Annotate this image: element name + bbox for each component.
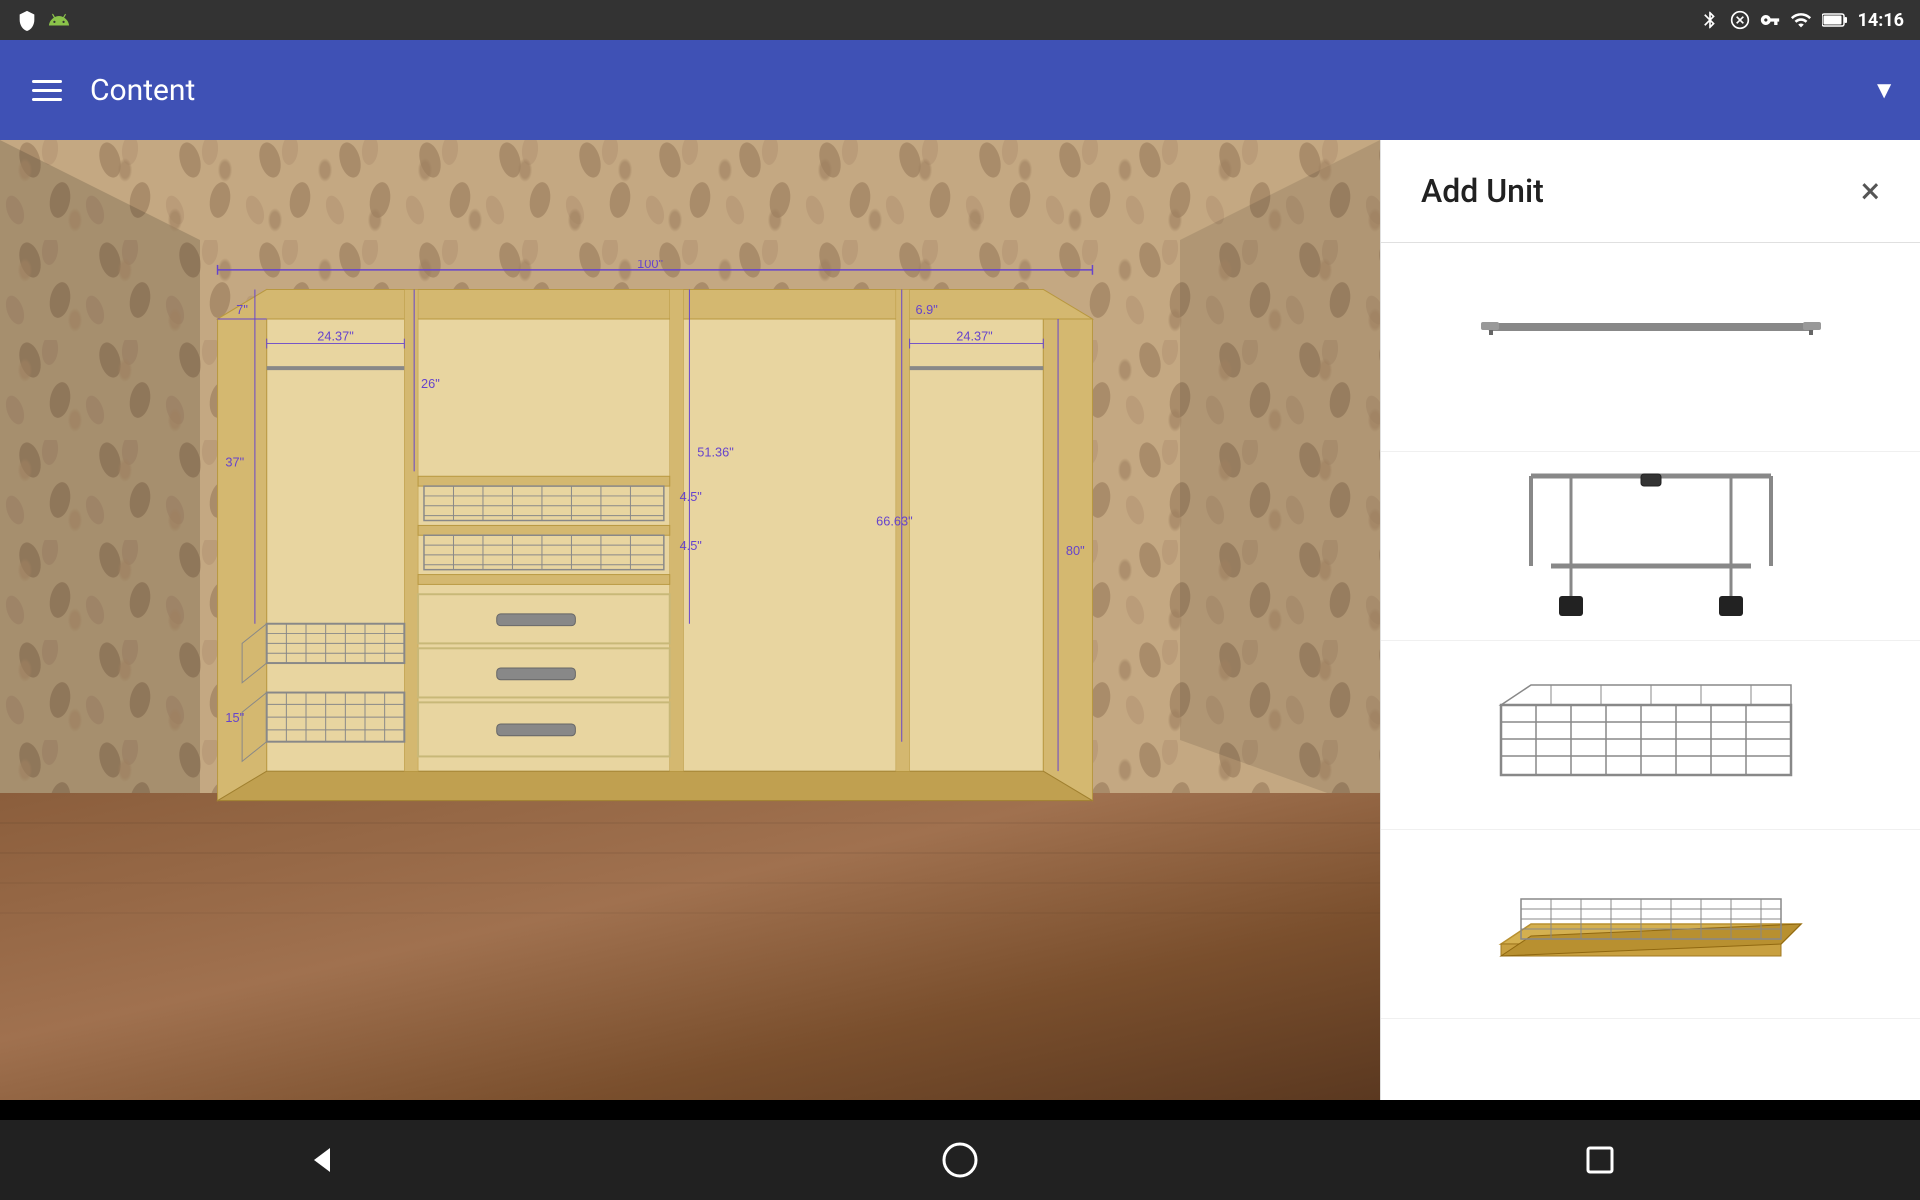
- recent-apps-button[interactable]: [1540, 1130, 1660, 1190]
- status-bar: 14:16: [0, 0, 1920, 40]
- toolbar-title: Content: [90, 73, 1852, 108]
- unit-pulldown-preview: [1461, 476, 1841, 616]
- android-icon: [48, 9, 70, 31]
- svg-text:66.63": 66.63": [876, 513, 912, 528]
- status-time: 14:16: [1858, 10, 1904, 31]
- wifi-icon: [1790, 9, 1812, 31]
- battery-indicator-icon: [1730, 10, 1750, 30]
- unit-shelf-basket-preview: [1461, 854, 1841, 994]
- svg-text:15": 15": [225, 710, 244, 725]
- svg-text:24.37": 24.37": [956, 329, 992, 344]
- unit-basket-preview: [1461, 665, 1841, 805]
- main-content: 100" 7" 24.37" 26" 37" 4.5" 4.5": [0, 140, 1920, 1100]
- status-left-icons: [16, 9, 70, 31]
- unit-items-list: [1381, 243, 1920, 1039]
- svg-text:4.5": 4.5": [680, 538, 702, 553]
- key-icon: [1760, 10, 1780, 30]
- unit-item-shelf-basket[interactable]: [1381, 830, 1920, 1019]
- svg-text:80": 80": [1066, 543, 1085, 558]
- closet-svg: 100" 7" 24.37" 26" 37" 4.5" 4.5": [180, 260, 1130, 840]
- drawer-2: [418, 648, 670, 697]
- unit-item-basket[interactable]: [1381, 641, 1920, 830]
- scene-view: 100" 7" 24.37" 26" 37" 4.5" 4.5": [0, 140, 1380, 1100]
- svg-text:4.5": 4.5": [680, 489, 702, 504]
- app-toolbar: Content ▼: [0, 40, 1920, 140]
- svg-text:37": 37": [225, 454, 244, 469]
- status-right-icons: 14:16: [1700, 9, 1904, 31]
- unit-item-rod[interactable]: [1381, 263, 1920, 452]
- drawer-3: [418, 702, 670, 756]
- unit-rod-preview: [1461, 287, 1841, 427]
- shield-icon: [16, 9, 38, 31]
- home-button[interactable]: [900, 1130, 1020, 1190]
- basket-svg: [1471, 665, 1831, 805]
- svg-text:26": 26": [421, 376, 440, 391]
- battery-icon: [1822, 10, 1848, 30]
- bluetooth-icon: [1700, 10, 1720, 30]
- rod-svg: [1471, 297, 1831, 417]
- back-button[interactable]: [260, 1130, 380, 1190]
- toolbar-dropdown-arrow[interactable]: ▼: [1872, 76, 1896, 105]
- svg-text:51.36": 51.36": [697, 445, 733, 460]
- pulldown-svg: [1471, 466, 1831, 626]
- panel-header: Add Unit ×: [1381, 140, 1920, 243]
- add-unit-panel: Add Unit ×: [1380, 140, 1920, 1100]
- svg-text:6.9": 6.9": [916, 302, 938, 317]
- home-icon: [940, 1140, 980, 1180]
- menu-button[interactable]: [24, 72, 70, 109]
- drawer-1: [418, 594, 670, 643]
- bottom-navigation: [0, 1120, 1920, 1200]
- svg-text:24.37": 24.37": [317, 329, 353, 344]
- svg-text:100": 100": [637, 260, 663, 271]
- recent-apps-icon: [1580, 1140, 1620, 1180]
- closet-3d-view: 100" 7" 24.37" 26" 37" 4.5" 4.5": [180, 260, 1130, 840]
- unit-item-pulldown[interactable]: [1381, 452, 1920, 641]
- back-icon: [300, 1140, 340, 1180]
- panel-title: Add Unit: [1421, 172, 1544, 210]
- svg-text:7": 7": [236, 302, 248, 317]
- shelf-basket-svg: [1471, 854, 1831, 994]
- close-button[interactable]: ×: [1861, 173, 1880, 209]
